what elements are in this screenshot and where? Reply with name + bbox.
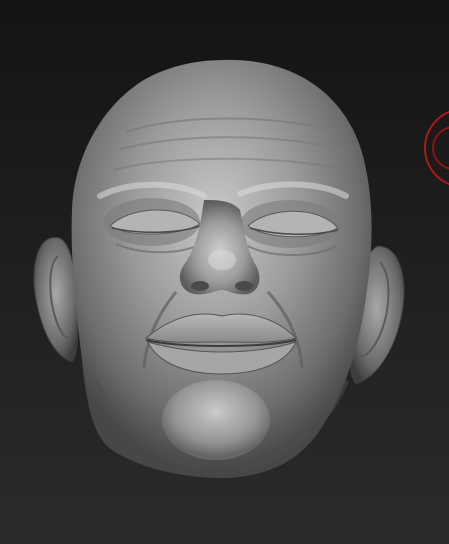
- left-ear: [33, 236, 79, 363]
- chin: [162, 380, 270, 460]
- sculpt-viewport[interactable]: [0, 0, 449, 544]
- head-sculpt-model[interactable]: [0, 0, 449, 544]
